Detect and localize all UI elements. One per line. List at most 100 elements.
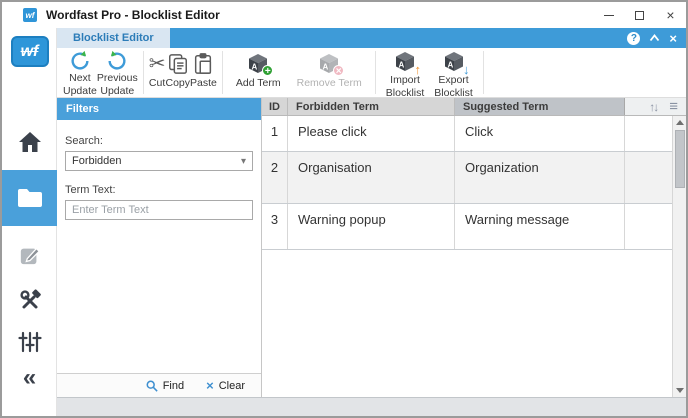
column-header-forbidden-term[interactable]: Forbidden Term: [288, 98, 455, 115]
toolbar-separator: [222, 51, 223, 94]
export-blocklist-icon: A ↓: [442, 50, 466, 74]
sidebar-item-home[interactable]: [2, 131, 57, 153]
clipboard-icon: [192, 50, 214, 77]
import-blocklist-button[interactable]: A ↑ ImportBlocklist: [386, 48, 425, 97]
cell-suggested-term[interactable]: Click: [455, 116, 625, 151]
sidebar-logo[interactable]: wf: [2, 36, 57, 67]
help-button[interactable]: ?: [627, 32, 640, 45]
column-menu-icon[interactable]: ≡: [669, 99, 678, 114]
edit-icon: [19, 244, 41, 266]
tab-bar: Blocklist Editor ? ×: [57, 28, 686, 48]
tab-blocklist-editor[interactable]: Blocklist Editor: [57, 28, 170, 48]
search-icon: [146, 380, 158, 392]
window-controls: ×: [593, 2, 686, 28]
sort-icon[interactable]: ↑↓: [649, 100, 657, 114]
sidebar-item-projects[interactable]: [2, 170, 57, 226]
import-blocklist-icon: A ↑: [393, 50, 417, 74]
status-bar: [57, 397, 686, 416]
remove-term-icon: A ×: [317, 50, 341, 77]
filters-panel-title: Filters: [57, 98, 261, 120]
svg-text:A: A: [252, 62, 258, 71]
clear-label: Clear: [219, 380, 245, 392]
scroll-up-button[interactable]: [673, 116, 687, 129]
svg-text:A: A: [323, 62, 329, 71]
column-header-suggested-term[interactable]: Suggested Term: [455, 98, 625, 115]
app-logo-icon: wf: [23, 8, 37, 22]
app-window: wf Wordfast Pro - Blocklist Editor × wf: [0, 0, 688, 418]
cell-id: 3: [262, 204, 288, 249]
previous-update-button[interactable]: PreviousUpdate: [97, 48, 138, 97]
maximize-icon: [635, 11, 644, 20]
close-icon: ×: [666, 8, 674, 22]
scroll-down-button[interactable]: [673, 384, 687, 397]
refresh-next-icon: [69, 50, 91, 72]
scrollbar-thumb[interactable]: [675, 130, 685, 188]
triangle-down-icon: [676, 388, 684, 393]
export-blocklist-button[interactable]: A ↓ ExportBlocklist: [434, 48, 473, 97]
tab-close-button[interactable]: ×: [669, 32, 677, 45]
blocklist-table: ID Forbidden Term Suggested Term ↑↓ ≡ 1 …: [262, 98, 686, 397]
sidebar-item-preferences[interactable]: [2, 330, 57, 354]
search-dropdown[interactable]: Forbidden ▾: [65, 151, 253, 171]
tools-icon: [18, 288, 42, 312]
minimize-icon: [604, 15, 614, 16]
sidebar-item-tools[interactable]: [2, 288, 57, 312]
arrow-down-icon: ↓: [463, 63, 470, 76]
sidebar-item-editor[interactable]: [2, 244, 57, 266]
next-update-button[interactable]: NextUpdate: [63, 48, 97, 97]
svg-text:A: A: [399, 61, 405, 70]
toolbar-separator: [143, 51, 144, 94]
cell-id: 1: [262, 116, 288, 151]
term-text-label: Term Text:: [65, 184, 253, 196]
arrow-up-icon: ↑: [415, 63, 422, 76]
cell-suggested-term[interactable]: Warning message: [455, 204, 625, 249]
close-button[interactable]: ×: [655, 2, 686, 28]
paste-button[interactable]: Paste: [190, 48, 217, 97]
cell-forbidden-term[interactable]: Please click: [288, 116, 455, 151]
clear-x-icon: ×: [206, 379, 214, 392]
chevron-down-icon: ▾: [241, 156, 246, 167]
tab-label: Blocklist Editor: [73, 32, 154, 44]
table-header-tools: ↑↓ ≡: [625, 98, 686, 115]
sliders-icon: [18, 330, 42, 354]
title-bar: wf Wordfast Pro - Blocklist Editor ×: [2, 2, 686, 28]
triangle-up-icon: [676, 120, 684, 125]
cell-forbidden-term[interactable]: Organisation: [288, 152, 455, 203]
column-header-id[interactable]: ID: [262, 98, 288, 115]
plus-badge-icon: +: [262, 65, 273, 76]
table-row[interactable]: 3 Warning popup Warning message: [262, 204, 686, 250]
search-dropdown-value: Forbidden: [72, 155, 122, 167]
table-row[interactable]: 1 Please click Click: [262, 116, 686, 152]
folder-icon: [17, 188, 43, 208]
window-title: Wordfast Pro - Blocklist Editor: [46, 8, 220, 22]
add-term-icon: A +: [246, 50, 270, 77]
collapse-sidebar-icon: «: [23, 364, 36, 392]
svg-text:A: A: [447, 61, 453, 70]
vertical-scrollbar[interactable]: [672, 116, 686, 397]
chevron-up-icon: [651, 36, 659, 41]
toolbar-separator: [375, 51, 376, 94]
refresh-previous-icon: [106, 50, 128, 72]
search-label: Search:: [65, 135, 253, 147]
cell-forbidden-term[interactable]: Warning popup: [288, 204, 455, 249]
maximize-button[interactable]: [624, 2, 655, 28]
minimize-button[interactable]: [593, 2, 624, 28]
table-body: 1 Please click Click 2 Organisation Orga…: [262, 116, 686, 397]
cut-button[interactable]: ✂ Cut: [149, 48, 166, 97]
add-term-button[interactable]: A + Add Term: [236, 48, 281, 97]
collapse-panel-button[interactable]: [649, 34, 660, 42]
table-row[interactable]: 2 Organisation Organization: [262, 152, 686, 204]
clear-button[interactable]: × Clear: [206, 379, 245, 392]
sidebar-collapse-button[interactable]: «: [2, 364, 57, 392]
help-icon: ?: [631, 33, 637, 44]
find-button[interactable]: Find: [146, 380, 184, 392]
copy-button[interactable]: Copy: [165, 48, 190, 97]
cross-badge-icon: ×: [333, 65, 344, 76]
filters-panel: Filters Search: Forbidden ▾ Term Text:: [57, 98, 262, 397]
remove-term-button[interactable]: A × Remove Term: [297, 48, 362, 97]
cell-suggested-term[interactable]: Organization: [455, 152, 625, 203]
scissors-icon: ✂: [149, 54, 166, 74]
term-text-input[interactable]: [65, 200, 253, 220]
toolbar-separator: [483, 51, 484, 94]
table-header-row: ID Forbidden Term Suggested Term ↑↓ ≡: [262, 98, 686, 116]
